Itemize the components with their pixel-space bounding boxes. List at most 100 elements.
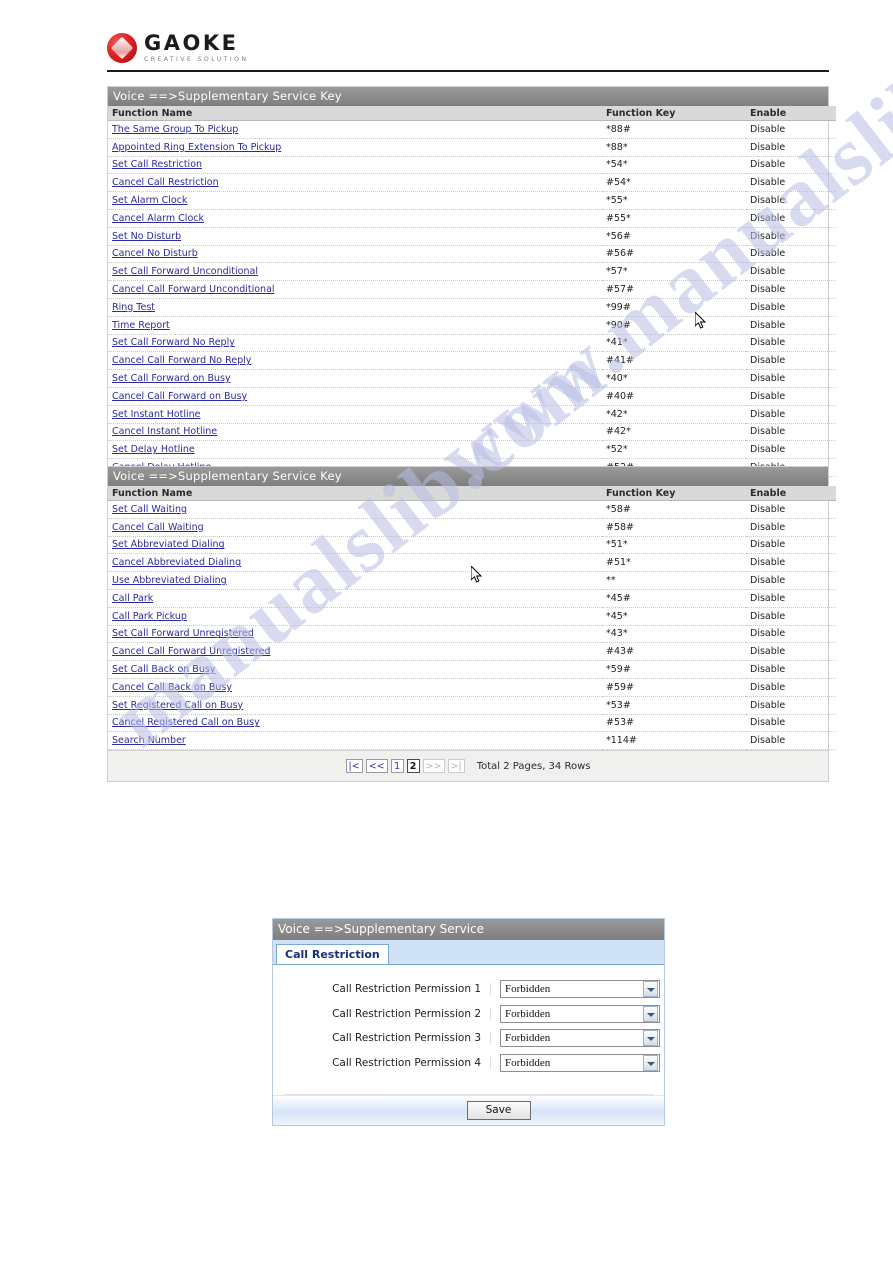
function-name-link[interactable]: Set Call Restriction: [112, 159, 202, 170]
cell-function-key: *45*: [602, 607, 746, 626]
table-row: Cancel Call Forward Unregistered #43# Disa…: [108, 642, 836, 662]
function-name-link[interactable]: Cancel Call Waiting: [112, 522, 204, 533]
gaoke-diamond-icon: [107, 33, 137, 64]
cell-enable-status: Disable: [746, 334, 836, 353]
function-name-link[interactable]: Set Call Forward No Reply: [112, 337, 235, 348]
function-name-link[interactable]: Call Park: [112, 593, 153, 604]
cell-function-name: Cancel Call Back on Busy: [108, 678, 602, 697]
pager-last-button[interactable]: >|: [447, 759, 465, 774]
cell-enable-status: Disable: [746, 405, 836, 424]
function-name-link[interactable]: Cancel Call Back on Busy: [112, 682, 232, 693]
select-call-restriction-permission-4[interactable]: Forbidden: [500, 1053, 660, 1072]
table-head-bottom: Function Name Function Key Enable: [108, 486, 836, 501]
pager-first-button[interactable]: |<: [345, 759, 363, 774]
cell-function-key: *43*: [602, 625, 746, 644]
cell-function-name: Cancel Call Waiting: [108, 518, 602, 537]
function-name-link[interactable]: Set Registered Call on Busy: [112, 700, 243, 711]
function-name-link[interactable]: Appointed Ring Extension To Pickup: [112, 142, 281, 153]
function-name-link[interactable]: Cancel Abbreviated Dialing: [112, 557, 241, 568]
function-name-link[interactable]: Set Call Forward Unconditional: [112, 266, 258, 277]
function-name-link[interactable]: Search Number: [112, 735, 186, 746]
function-name-link[interactable]: Set Call Forward on Busy: [112, 373, 231, 384]
table-row: Cancel Abbreviated Dialing #51* Disable: [108, 553, 836, 573]
label-call-restriction-permission-4: Call Restriction Permission 4: [273, 1056, 491, 1069]
table-row: Cancel Registered Call on Busy #53# Disabl…: [108, 714, 836, 733]
function-name-link[interactable]: Cancel Instant Hotline: [112, 426, 217, 437]
function-name-link[interactable]: Cancel Call Forward No Reply: [112, 355, 251, 366]
cell-enable-status: Disable: [746, 731, 836, 751]
cell-function-key: #51*: [602, 553, 746, 573]
cell-function-key: *90#: [602, 316, 746, 335]
settings-tab-bar: Call Restriction: [273, 940, 664, 965]
function-name-link[interactable]: The Same Group To Pickup: [112, 124, 238, 135]
select-call-restriction-permission-3[interactable]: Forbidden: [500, 1029, 660, 1048]
function-name-link[interactable]: Set Abbreviated Dialing: [112, 539, 225, 550]
header-divider: [107, 70, 829, 72]
pager-next-button[interactable]: >>: [422, 759, 445, 774]
function-name-link[interactable]: Set Call Waiting: [112, 504, 187, 515]
cell-enable-status: Disable: [746, 245, 836, 264]
function-name-link[interactable]: Set Alarm Clock: [112, 195, 187, 206]
form-row: Call Restriction Permission 4 Forbidden: [273, 1051, 664, 1076]
table-row: Set Call Back on Busy *59# Disable: [108, 660, 836, 679]
call-restriction-form: Call Restriction Permission 1 Forbidden Ca…: [273, 965, 664, 1085]
select-call-restriction-permission-1[interactable]: Forbidden: [500, 980, 660, 999]
service-key-table-top: Function Name Function Key Enable The Sa…: [108, 106, 836, 477]
function-name-link[interactable]: Cancel Alarm Clock: [112, 213, 204, 224]
function-name-link[interactable]: Cancel Registered Call on Busy: [112, 717, 260, 728]
cell-enable-status: Disable: [746, 642, 836, 662]
table-row: Set Registered Call on Busy *53# Disable: [108, 696, 836, 715]
cell-function-key: *59#: [602, 660, 746, 679]
cell-function-key: #55*: [602, 209, 746, 228]
select-call-restriction-permission-2[interactable]: Forbidden: [500, 1004, 660, 1023]
function-name-link[interactable]: Set Delay Hotline: [112, 444, 195, 455]
tab-call-restriction[interactable]: Call Restriction: [276, 944, 389, 964]
cell-function-name: Set Call Restriction: [108, 156, 602, 175]
pager-prev-button[interactable]: <<: [365, 759, 388, 774]
label-call-restriction-permission-1: Call Restriction Permission 1: [273, 983, 491, 996]
chevron-down-icon[interactable]: [643, 1030, 658, 1047]
cell-function-key: *51*: [602, 536, 746, 555]
function-name-link[interactable]: Set No Disturb: [112, 231, 181, 242]
table-row: Call Park *45# Disable: [108, 589, 836, 608]
cell-function-key: #41#: [602, 351, 746, 371]
function-name-link[interactable]: Cancel Call Forward Unconditional: [112, 284, 275, 295]
function-name-link[interactable]: Cancel Call Forward on Busy: [112, 391, 247, 402]
function-name-link[interactable]: Set Call Back on Busy: [112, 664, 215, 675]
function-name-link[interactable]: Cancel No Disturb: [112, 248, 198, 259]
cell-enable-status: Disable: [746, 173, 836, 193]
column-header-function-key: Function Key: [602, 486, 746, 501]
cell-function-name: Appointed Ring Extension To Pickup: [108, 138, 602, 157]
function-name-link[interactable]: Set Call Forward Unregistered: [112, 628, 254, 639]
brand-logo: GAOKE CREATIVE SOLUTION: [107, 31, 248, 64]
pager-page-2-button[interactable]: 2: [406, 759, 420, 774]
function-name-link[interactable]: Call Park Pickup: [112, 611, 187, 622]
function-name-link[interactable]: Cancel Call Forward Unregistered: [112, 646, 270, 657]
cell-function-name: Set Call Forward No Reply: [108, 334, 602, 353]
function-name-link[interactable]: Time Report: [112, 320, 170, 331]
function-name-link[interactable]: Use Abbreviated Dialing: [112, 575, 227, 586]
cell-enable-status: Disable: [746, 440, 836, 460]
chevron-down-icon[interactable]: [643, 1054, 658, 1071]
table-row: Cancel No Disturb #56# Disable: [108, 245, 836, 264]
chevron-down-icon[interactable]: [643, 1005, 658, 1022]
cell-enable-status: Disable: [746, 678, 836, 697]
cell-function-name: Cancel Instant Hotline: [108, 423, 602, 442]
save-button[interactable]: Save: [466, 1101, 531, 1120]
table-row: Set Instant Hotline *42* Disable: [108, 405, 836, 424]
cell-function-key: *58#: [602, 500, 746, 519]
page-header: GAOKE CREATIVE SOLUTION: [0, 0, 893, 72]
cell-function-key: *41*: [602, 334, 746, 353]
cell-enable-status: Disable: [746, 209, 836, 228]
function-name-link[interactable]: Ring Test: [112, 302, 155, 313]
pager-page-1-button[interactable]: 1: [390, 759, 404, 774]
cell-function-key: #42*: [602, 423, 746, 442]
function-name-link[interactable]: Set Instant Hotline: [112, 409, 201, 420]
cell-enable-status: Disable: [746, 500, 836, 519]
cell-function-name: Set Alarm Clock: [108, 191, 602, 210]
cell-function-name: Cancel Alarm Clock: [108, 209, 602, 228]
chevron-down-icon[interactable]: [643, 981, 658, 998]
column-header-function-name: Function Name: [108, 106, 602, 121]
brand-name: GAOKE: [144, 31, 239, 55]
function-name-link[interactable]: Cancel Call Restriction: [112, 177, 219, 188]
